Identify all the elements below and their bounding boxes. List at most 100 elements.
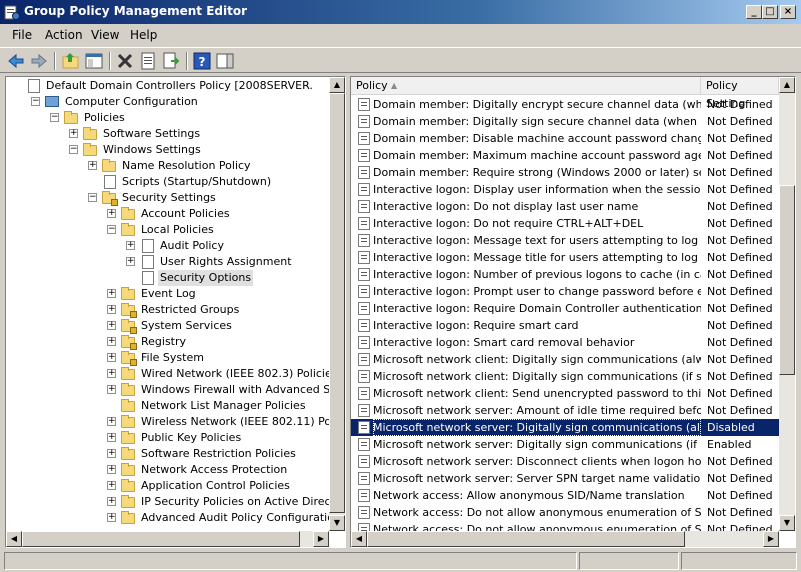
export-list-icon[interactable] (161, 51, 181, 71)
tree-node[interactable]: + Wired Network (IEEE 802.3) Policies (6, 366, 338, 382)
policy-row[interactable]: Interactive logon: Display user informat… (351, 181, 779, 198)
scroll-thumb-horizontal[interactable] (367, 531, 685, 547)
tree-node[interactable]: Network List Manager Policies (6, 398, 326, 414)
tree-node[interactable]: + Wireless Network (IEEE 802.11) Policies (6, 414, 345, 430)
show-hide-tree-icon[interactable] (84, 51, 104, 71)
tree-node[interactable]: + Audit Policy (6, 238, 326, 254)
expand-icon[interactable]: + (107, 369, 116, 378)
tree-node[interactable]: + Advanced Audit Policy Configuration (6, 510, 341, 526)
tree-node[interactable]: + Public Key Policies (6, 430, 326, 446)
expand-icon[interactable]: + (107, 465, 116, 474)
policy-row[interactable]: Microsoft network server: Server SPN tar… (351, 470, 779, 487)
policy-row[interactable]: Microsoft network server: Digitally sign… (351, 419, 779, 436)
collapse-icon[interactable]: − (50, 113, 59, 122)
scroll-right-button[interactable]: ▶ (763, 531, 779, 547)
policy-row[interactable]: Microsoft network client: Send unencrypt… (351, 385, 779, 402)
expand-icon[interactable]: + (107, 209, 116, 218)
tree-node[interactable]: + System Services (6, 318, 326, 334)
scroll-down-button[interactable]: ▼ (779, 515, 795, 531)
scroll-thumb-horizontal[interactable] (22, 531, 300, 547)
tree-node[interactable]: + Event Log (6, 286, 326, 302)
policy-row[interactable]: Network access: Allow anonymous SID/Name… (351, 487, 779, 504)
back-icon[interactable] (6, 51, 26, 71)
expand-icon[interactable]: + (69, 129, 78, 138)
tree-node[interactable]: Default Domain Controllers Policy [2008S… (6, 78, 326, 94)
tree-node[interactable]: Scripts (Startup/Shutdown) (6, 174, 326, 190)
tree-node[interactable]: + IP Security Policies on Active Director… (6, 494, 345, 510)
policy-row[interactable]: Interactive logon: Number of previous lo… (351, 266, 779, 283)
show-action-pane-icon[interactable] (215, 51, 235, 71)
expand-icon[interactable]: + (107, 305, 116, 314)
tree-node[interactable]: − Windows Settings (6, 142, 326, 158)
delete-icon[interactable] (115, 51, 135, 71)
expand-icon[interactable]: + (107, 417, 116, 426)
expand-icon[interactable]: + (107, 321, 116, 330)
expand-icon[interactable]: + (107, 481, 116, 490)
close-button[interactable]: × (780, 5, 796, 19)
scroll-up-button[interactable]: ▲ (329, 77, 345, 93)
menu-view[interactable]: View (91, 28, 119, 42)
expand-icon[interactable]: + (107, 433, 116, 442)
policy-row[interactable]: Interactive logon: Message title for use… (351, 249, 779, 266)
forward-icon[interactable] (29, 51, 49, 71)
tree-node[interactable]: + Software Restriction Policies (6, 446, 326, 462)
policy-row[interactable]: Domain member: Maximum machine account p… (351, 147, 779, 164)
policy-row[interactable]: Interactive logon: Require smart card Not… (351, 317, 779, 334)
tree-node[interactable]: − Policies (6, 110, 326, 126)
expand-icon[interactable]: + (107, 497, 116, 506)
policy-row[interactable]: Interactive logon: Do not require CTRL+A… (351, 215, 779, 232)
menu-file[interactable]: File (12, 28, 32, 42)
title-bar[interactable]: Group Policy Management Editor _ □ × (0, 0, 801, 24)
expand-icon[interactable]: + (107, 353, 116, 362)
policy-row[interactable]: Interactive logon: Do not display last u… (351, 198, 779, 215)
policy-row[interactable]: Domain member: Digitally encrypt secure … (351, 96, 779, 113)
policy-row[interactable]: Interactive logon: Message text for user… (351, 232, 779, 249)
collapse-icon[interactable]: − (69, 145, 78, 154)
policy-row[interactable]: Interactive logon: Prompt user to change… (351, 283, 779, 300)
expand-icon[interactable]: + (88, 161, 97, 170)
tree-node[interactable]: + Account Policies (6, 206, 326, 222)
policy-row[interactable]: Interactive logon: Smart card removal be… (351, 334, 779, 351)
column-header-policy[interactable]: Policy ▲ (351, 77, 701, 95)
expand-icon[interactable]: + (107, 513, 116, 522)
scroll-down-button[interactable]: ▼ (329, 515, 345, 531)
tree-vertical-scrollbar[interactable]: ▲ ▼ (329, 77, 345, 531)
collapse-icon[interactable]: − (31, 97, 40, 106)
policy-row[interactable]: Microsoft network client: Digitally sign… (351, 368, 779, 385)
scroll-thumb[interactable] (779, 185, 795, 375)
maximize-button[interactable]: □ (762, 5, 778, 19)
tree-node[interactable]: − Security Settings (6, 190, 326, 206)
tree-node[interactable]: + Name Resolution Policy (6, 158, 326, 174)
policy-row[interactable]: Interactive logon: Require Domain Contro… (351, 300, 779, 317)
policy-row[interactable]: Domain member: Require strong (Windows 2… (351, 164, 779, 181)
minimize-button[interactable]: _ (746, 5, 762, 19)
policy-row[interactable]: Domain member: Digitally sign secure cha… (351, 113, 779, 130)
tree-node[interactable]: − Computer Configuration (6, 94, 326, 110)
scroll-left-button[interactable]: ◀ (6, 531, 22, 547)
scroll-right-button[interactable]: ▶ (313, 531, 329, 547)
menu-help[interactable]: Help (130, 28, 157, 42)
expand-icon[interactable]: + (107, 385, 116, 394)
tree-node[interactable]: + Application Control Policies (6, 478, 326, 494)
policy-row[interactable]: Microsoft network client: Digitally sign… (351, 351, 779, 368)
expand-icon[interactable]: + (107, 289, 116, 298)
tree-node[interactable]: + User Rights Assignment (6, 254, 326, 270)
tree-node[interactable]: + Software Settings (6, 126, 326, 142)
menu-action[interactable]: Action (45, 28, 83, 42)
expand-icon[interactable]: + (126, 257, 135, 266)
policy-row[interactable]: Domain member: Disable machine account p… (351, 130, 779, 147)
tree-node[interactable]: + Restricted Groups (6, 302, 326, 318)
policy-row[interactable]: Microsoft network server: Digitally sign… (351, 436, 779, 453)
list-vertical-scrollbar[interactable]: ▲ ▼ (779, 77, 795, 531)
tree-horizontal-scrollbar[interactable]: ◀ ▶ (6, 531, 329, 547)
tree-node[interactable]: Security Options (6, 270, 326, 286)
up-folder-icon[interactable] (61, 51, 81, 71)
collapse-icon[interactable]: − (107, 225, 116, 234)
scroll-left-button[interactable]: ◀ (351, 531, 367, 547)
column-header-policy-setting[interactable]: Policy Setting (701, 77, 779, 110)
tree-node[interactable]: + Registry (6, 334, 326, 350)
properties-icon[interactable] (138, 51, 158, 71)
policy-row[interactable]: Microsoft network server: Disconnect cli… (351, 453, 779, 470)
tree-node[interactable]: − Local Policies (6, 222, 326, 238)
tree-node[interactable]: + Network Access Protection (6, 462, 326, 478)
